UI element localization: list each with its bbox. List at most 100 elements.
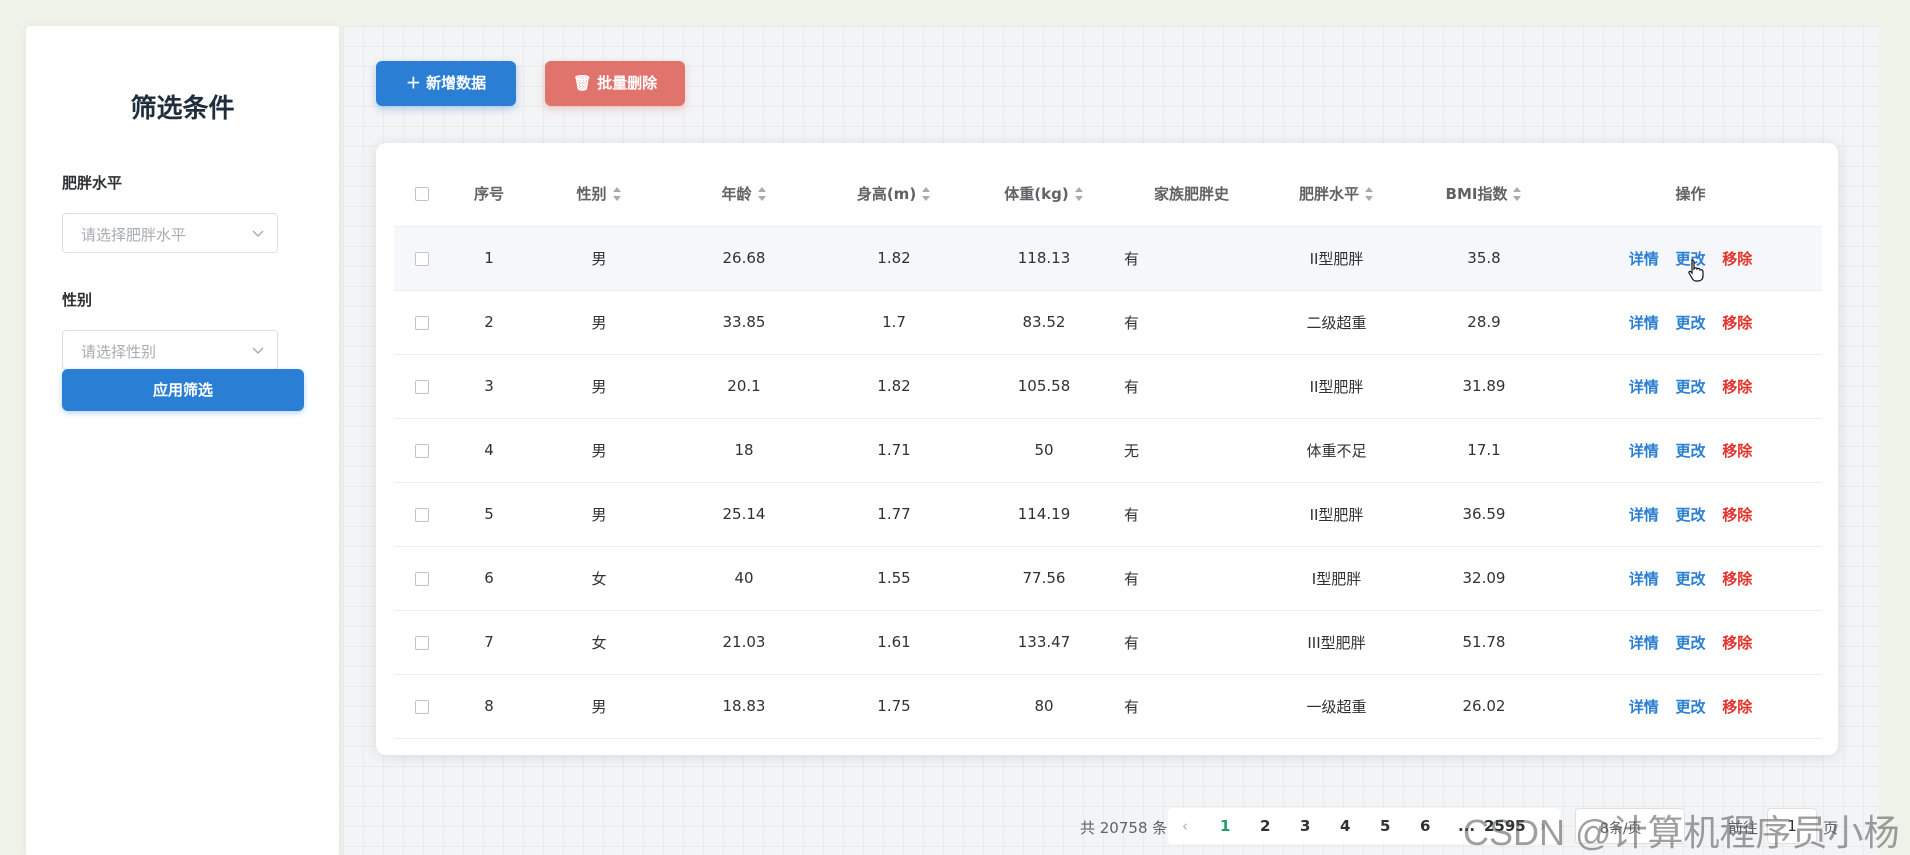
page-1[interactable]: 1: [1220, 817, 1230, 835]
page-4[interactable]: 4: [1340, 817, 1350, 835]
cell-family-history: 有: [1119, 546, 1264, 611]
page-3[interactable]: 3: [1300, 817, 1310, 835]
row-select-cell: [394, 674, 449, 739]
cell-obesity-level: I型肥胖: [1264, 546, 1409, 611]
row-checkbox[interactable]: [414, 507, 429, 522]
col-bmi[interactable]: BMI指数: [1409, 161, 1559, 227]
cell-height: 1.61: [819, 610, 969, 675]
remove-link[interactable]: 移除: [1722, 314, 1752, 332]
cell-weight: 77.56: [969, 546, 1119, 611]
data-table: 序号 性别 年龄 身高(m) 体重(kg) 家族肥胖史 肥胖水平 BMI指数 操…: [394, 161, 1822, 739]
cell-obesity-level: 体重不足: [1264, 418, 1409, 483]
cell-family-history: 有: [1119, 674, 1264, 739]
cell-actions: 详情 更改 移除: [1559, 482, 1822, 547]
remove-link[interactable]: 移除: [1722, 570, 1752, 588]
sort-icon[interactable]: [1364, 186, 1374, 202]
prev-page-icon[interactable]: ‹: [1182, 817, 1188, 835]
edit-link[interactable]: 更改: [1675, 506, 1705, 524]
detail-link[interactable]: 详情: [1629, 314, 1659, 332]
sort-icon[interactable]: [921, 186, 931, 202]
apply-filter-button[interactable]: 应用筛选: [62, 369, 304, 411]
detail-link[interactable]: 详情: [1629, 634, 1659, 652]
col-obesity-level[interactable]: 肥胖水平: [1264, 161, 1409, 227]
sort-icon[interactable]: [1512, 186, 1522, 202]
col-weight[interactable]: 体重(kg): [969, 161, 1119, 227]
col-bmi-label: BMI指数: [1445, 184, 1508, 203]
detail-link[interactable]: 详情: [1629, 250, 1659, 268]
detail-link[interactable]: 详情: [1629, 378, 1659, 396]
cell-age: 18: [669, 418, 819, 483]
add-data-button[interactable]: ＋ 新增数据: [376, 61, 516, 106]
row-select-cell: [394, 354, 449, 419]
cell-height: 1.7: [819, 290, 969, 355]
col-age[interactable]: 年龄: [669, 161, 819, 227]
col-height[interactable]: 身高(m): [819, 161, 969, 227]
edit-link[interactable]: 更改: [1675, 698, 1705, 716]
col-gender[interactable]: 性别: [529, 161, 669, 227]
cell-weight: 118.13: [969, 226, 1119, 291]
batch-delete-button[interactable]: 🗑 批量删除: [545, 61, 685, 106]
cell-age: 26.68: [669, 226, 819, 291]
sort-icon[interactable]: [612, 186, 622, 202]
cell-obesity-level: III型肥胖: [1264, 610, 1409, 675]
page-5[interactable]: 5: [1380, 817, 1390, 835]
cell-gender: 女: [529, 610, 669, 675]
obesity-level-placeholder: 请选择肥胖水平: [81, 226, 187, 244]
sort-icon[interactable]: [1074, 186, 1084, 202]
cell-family-history: 有: [1119, 482, 1264, 547]
cell-bmi: 32.09: [1409, 546, 1559, 611]
row-select-cell: [394, 290, 449, 355]
page-2[interactable]: 2: [1260, 817, 1270, 835]
cell-age: 18.83: [669, 674, 819, 739]
col-height-label: 身高(m): [856, 184, 917, 203]
sidebar-title: 筛选条件: [130, 94, 235, 124]
cell-gender: 男: [529, 226, 669, 291]
cell-index: 4: [449, 418, 529, 483]
select-all-checkbox[interactable]: [414, 186, 429, 201]
detail-link[interactable]: 详情: [1629, 698, 1659, 716]
cell-actions: 详情 更改 移除: [1559, 674, 1822, 739]
detail-link[interactable]: 详情: [1629, 506, 1659, 524]
remove-link[interactable]: 移除: [1722, 378, 1752, 396]
gender-select[interactable]: 请选择性别: [62, 330, 278, 370]
row-checkbox[interactable]: [414, 379, 429, 394]
remove-link[interactable]: 移除: [1722, 506, 1752, 524]
edit-link[interactable]: 更改: [1675, 314, 1705, 332]
edit-link[interactable]: 更改: [1675, 570, 1705, 588]
cell-gender: 男: [529, 482, 669, 547]
cell-gender: 男: [529, 674, 669, 739]
cell-actions: 详情 更改 移除: [1559, 418, 1822, 483]
col-gender-label: 性别: [576, 184, 607, 203]
cell-index: 7: [449, 610, 529, 675]
row-checkbox[interactable]: [414, 571, 429, 586]
remove-link[interactable]: 移除: [1722, 634, 1752, 652]
cell-index: 3: [449, 354, 529, 419]
remove-link[interactable]: 移除: [1722, 442, 1752, 460]
table-row: 4 男 18 1.71 50 无体重不足 17.1 详情 更改 移除: [394, 418, 1822, 483]
detail-link[interactable]: 详情: [1629, 570, 1659, 588]
row-checkbox[interactable]: [414, 443, 429, 458]
cell-weight: 50: [969, 418, 1119, 483]
remove-link[interactable]: 移除: [1722, 698, 1752, 716]
edit-link[interactable]: 更改: [1675, 442, 1705, 460]
detail-link[interactable]: 详情: [1629, 442, 1659, 460]
cell-index: 8: [449, 674, 529, 739]
row-checkbox[interactable]: [414, 315, 429, 330]
row-checkbox[interactable]: [414, 699, 429, 714]
col-index: 序号: [449, 161, 529, 227]
add-data-label: 新增数据: [426, 74, 487, 92]
row-checkbox[interactable]: [414, 635, 429, 650]
col-obesity-level-label: 肥胖水平: [1298, 184, 1359, 203]
sort-icon[interactable]: [757, 186, 767, 202]
cell-family-history: 无: [1119, 418, 1264, 483]
remove-link[interactable]: 移除: [1722, 250, 1752, 268]
cell-family-history: 有: [1119, 226, 1264, 291]
table-header-row: 序号 性别 年龄 身高(m) 体重(kg) 家族肥胖史 肥胖水平 BMI指数 操…: [394, 161, 1822, 227]
page-6[interactable]: 6: [1420, 817, 1430, 835]
obesity-level-select[interactable]: 请选择肥胖水平: [62, 213, 278, 253]
cell-height: 1.55: [819, 546, 969, 611]
edit-link[interactable]: 更改: [1675, 634, 1705, 652]
edit-link[interactable]: 更改: [1675, 378, 1705, 396]
gender-label: 性别: [62, 291, 93, 309]
row-checkbox[interactable]: [414, 251, 429, 266]
